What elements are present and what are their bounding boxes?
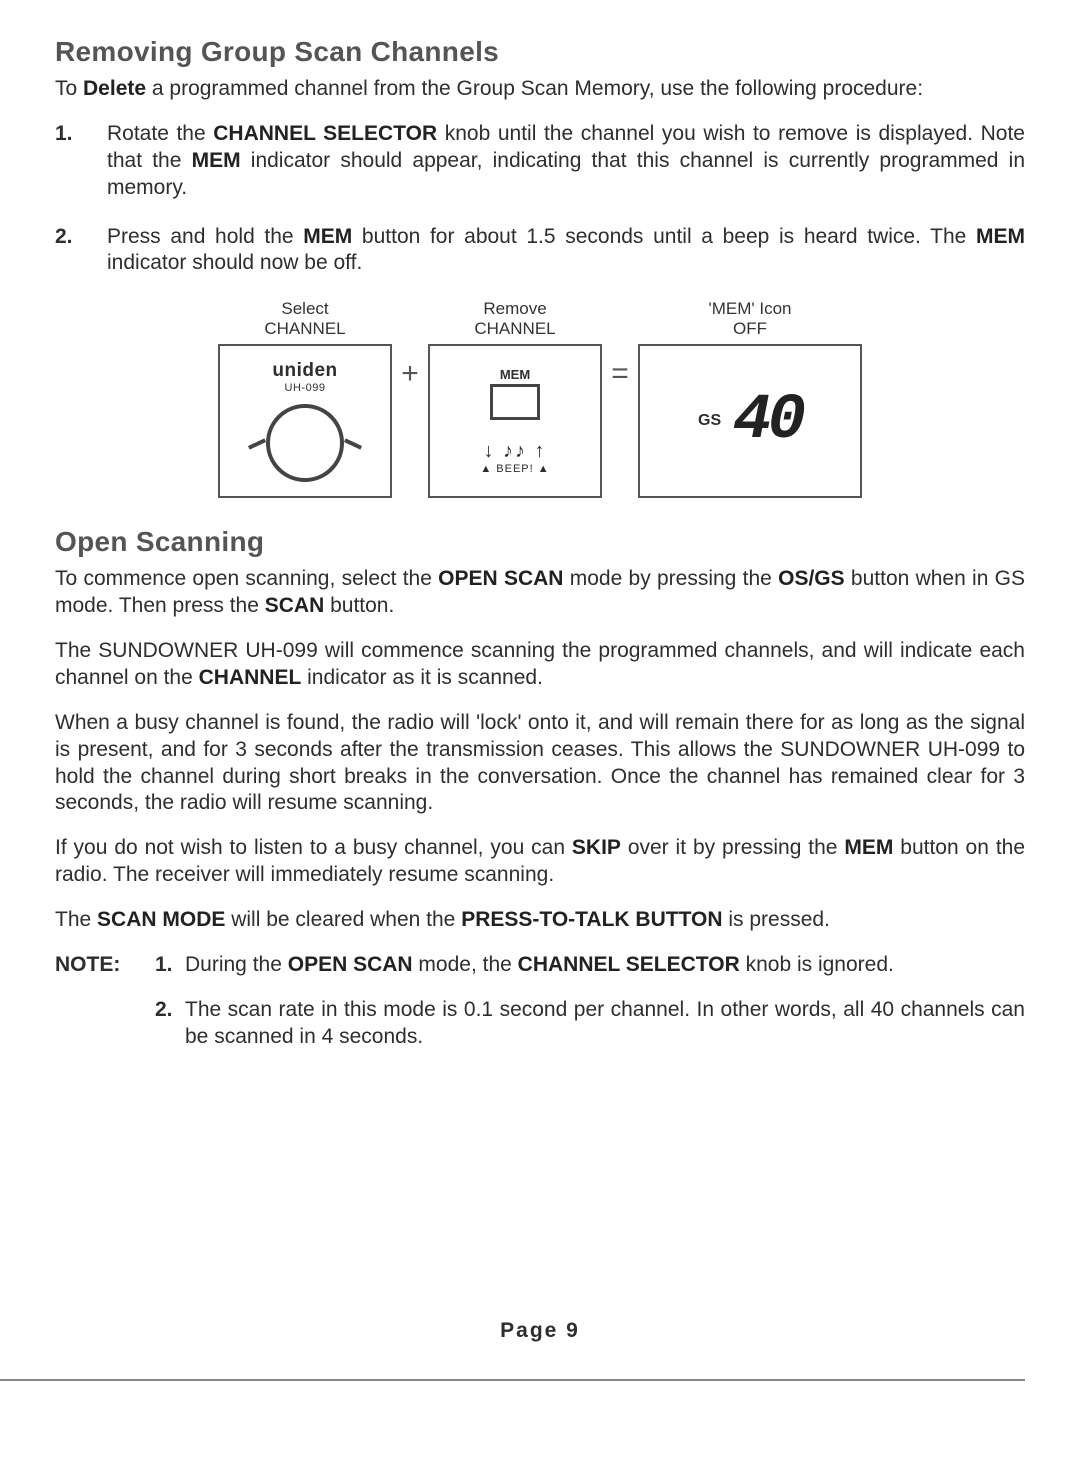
model-label: UH-099 [285, 382, 326, 394]
procedure-diagram: SelectCHANNEL uniden UH-099 + RemoveCHAN… [55, 299, 1025, 498]
diagram-col-result: 'MEM' IconOFF GS 40 [638, 299, 862, 498]
lcd-display: GS 40 [698, 385, 802, 457]
body-paragraph: If you do not wish to listen to a busy c… [55, 835, 1025, 889]
note-item: 2. The scan rate in this mode is 0.1 sec… [155, 997, 1025, 1051]
step-number: 1. [55, 121, 107, 202]
mem-label: MEM [500, 367, 530, 382]
step-text: Rotate the CHANNEL SELECTOR knob until t… [107, 121, 1025, 202]
step-item: 2. Press and hold the MEM button for abo… [55, 224, 1025, 278]
diagram-col-select: SelectCHANNEL uniden UH-099 [218, 299, 392, 498]
channel-number: 40 [733, 385, 802, 457]
body-paragraph: The SCAN MODE will be cleared when the P… [55, 907, 1025, 934]
note-block: NOTE: 1. During the OPEN SCAN mode, the … [55, 952, 1025, 1069]
note-list: 1. During the OPEN SCAN mode, the CHANNE… [155, 952, 1025, 1069]
diagram-box-knob: uniden UH-099 [218, 344, 392, 498]
plus-icon: + [392, 299, 428, 391]
body-paragraph: To commence open scanning, select the OP… [55, 566, 1025, 620]
section-heading-open-scanning: Open Scanning [55, 526, 1025, 558]
body-paragraph: The SUNDOWNER UH-099 will commence scann… [55, 638, 1025, 692]
body-paragraph: When a busy channel is found, the radio … [55, 710, 1025, 818]
diagram-box-lcd: GS 40 [638, 344, 862, 498]
page-number: Page 9 [0, 1319, 1080, 1343]
diagram-box-mem: MEM ↓ ♪♪ ↑ ▲ BEEP! ▲ [428, 344, 602, 498]
knob-icon [266, 404, 344, 482]
beep-notes-icon: ↓ ♪♪ ↑ [483, 440, 546, 463]
note-label: NOTE: [55, 952, 155, 1069]
manual-page: Removing Group Scan Channels To Delete a… [0, 0, 1080, 1481]
step-text: Press and hold the MEM button for about … [107, 224, 1025, 278]
mem-button-icon [490, 384, 540, 420]
intro-paragraph: To Delete a programmed channel from the … [55, 76, 1025, 103]
equals-icon: = [602, 299, 638, 391]
gs-indicator: GS [698, 412, 721, 430]
step-number: 2. [55, 224, 107, 278]
brand-label: uniden [272, 360, 337, 382]
diagram-col-remove: RemoveCHANNEL MEM ↓ ♪♪ ↑ ▲ BEEP! ▲ [428, 299, 602, 498]
section-heading-removing: Removing Group Scan Channels [55, 36, 1025, 68]
procedure-list: 1. Rotate the CHANNEL SELECTOR knob unti… [55, 121, 1025, 277]
note-item: 1. During the OPEN SCAN mode, the CHANNE… [155, 952, 1025, 979]
step-item: 1. Rotate the CHANNEL SELECTOR knob unti… [55, 121, 1025, 202]
footer-rule [0, 1379, 1025, 1381]
